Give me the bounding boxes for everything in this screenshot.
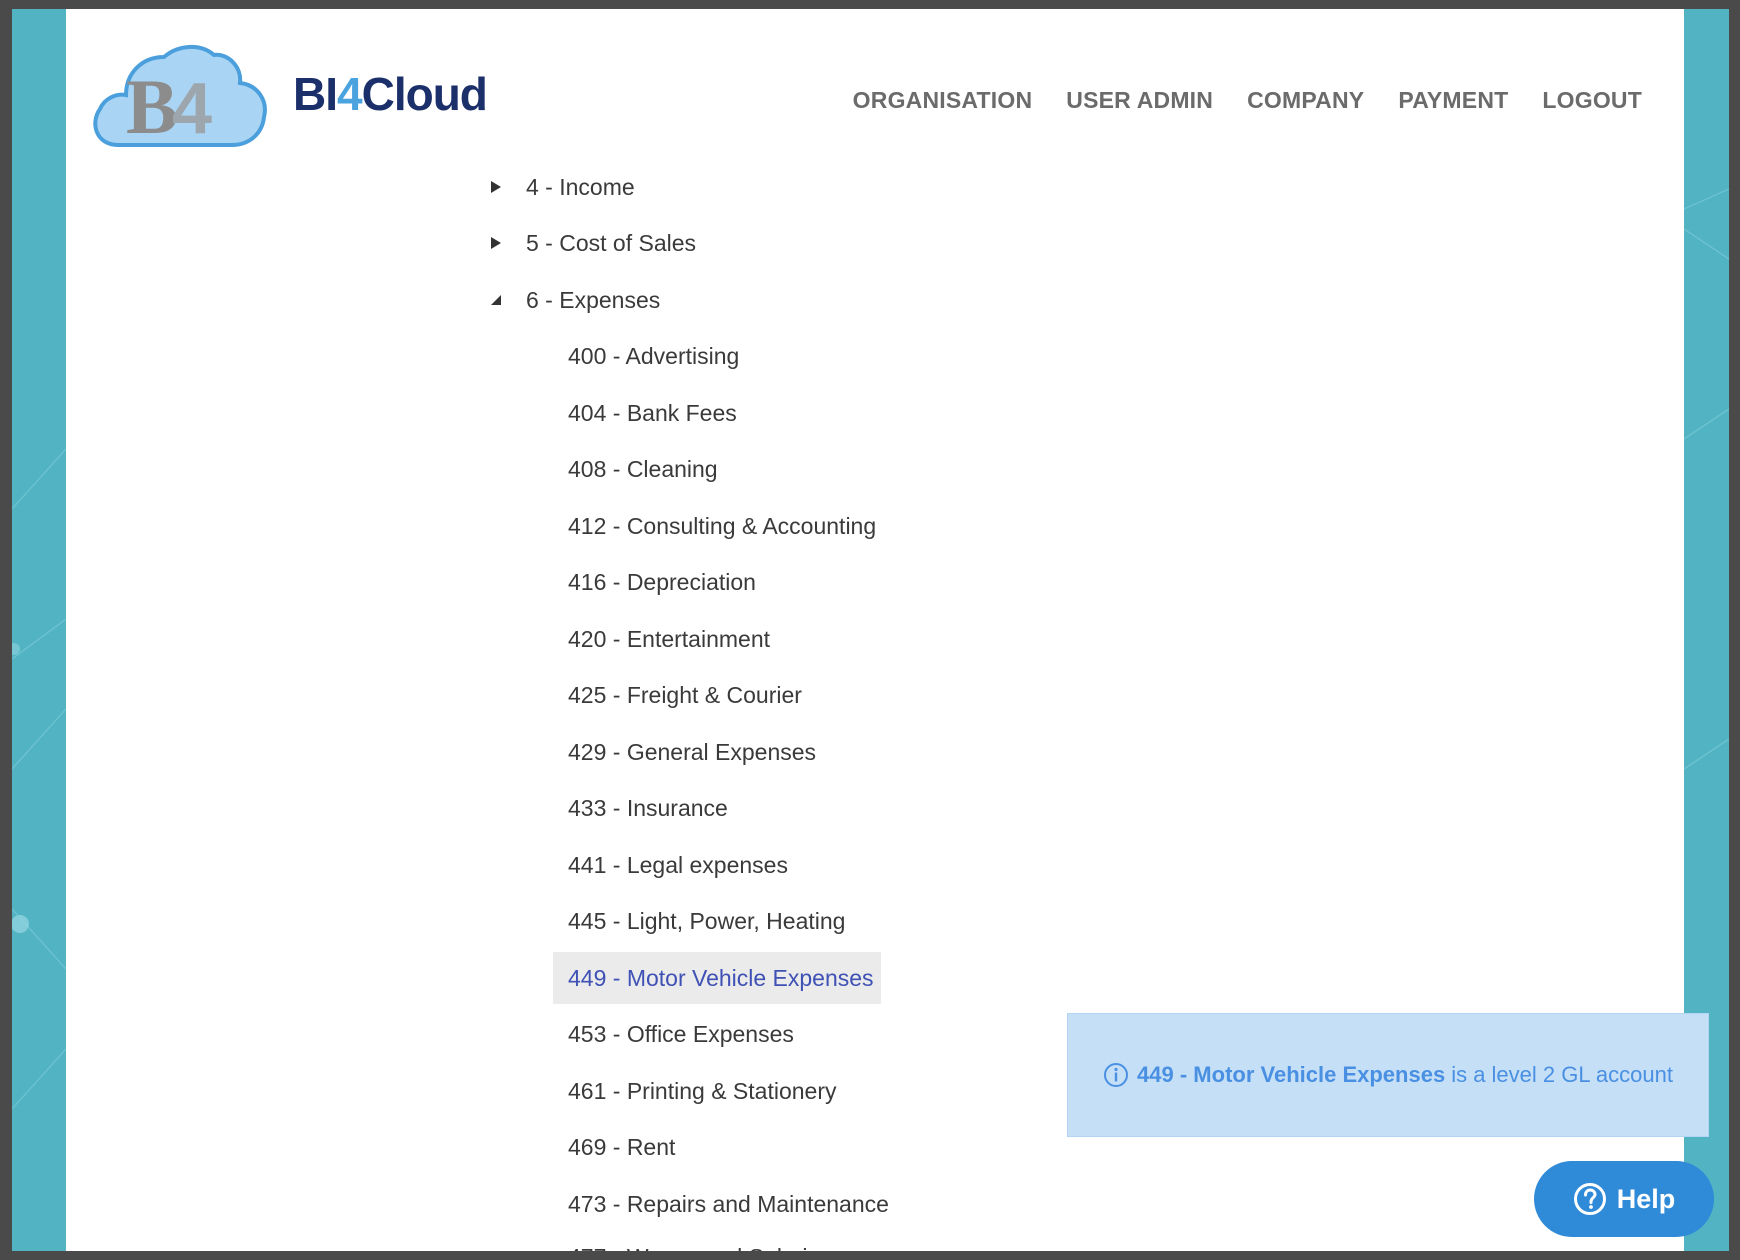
brand-name: BI4Cloud xyxy=(293,67,488,121)
tree-node-label: 5 - Cost of Sales xyxy=(526,230,697,256)
info-icon xyxy=(1104,1063,1129,1087)
svg-text:B: B xyxy=(126,63,178,150)
brand-prefix: BI xyxy=(293,68,338,120)
tree-leaf-label: 420 - Entertainment xyxy=(568,626,771,652)
tree-leaf-label: 404 - Bank Fees xyxy=(568,400,737,426)
expand-arrow-icon[interactable] xyxy=(486,161,510,213)
info-toast[interactable]: 449 - Motor Vehicle Expenses is a level … xyxy=(1067,1013,1709,1137)
nav-user-admin[interactable]: USER ADMIN xyxy=(1066,87,1213,114)
help-button[interactable]: Help xyxy=(1534,1161,1714,1237)
tree-leaf-label: 433 - Insurance xyxy=(568,795,728,821)
nav-payment[interactable]: PAYMENT xyxy=(1398,87,1508,114)
tree-leaf-label: 400 - Advertising xyxy=(568,343,740,369)
tree-leaf-label: 449 - Motor Vehicle Expenses xyxy=(568,965,874,991)
toast-account-name: 449 - Motor Vehicle Expenses xyxy=(1137,1062,1446,1087)
toast-message: is a level 2 GL account xyxy=(1451,1062,1673,1087)
help-label: Help xyxy=(1616,1183,1676,1214)
tree-leaf-label: 429 - General Expenses xyxy=(568,739,817,765)
tree-leaf-label: 477 - Wages and Salaries xyxy=(568,1231,832,1251)
tree-leaf-label: 416 - Depreciation xyxy=(568,569,756,595)
brand-suffix: Cloud xyxy=(361,68,488,120)
tree-leaf-label: 453 - Office Expenses xyxy=(568,1021,794,1047)
tree-leaf-label: 425 - Freight & Courier xyxy=(568,682,802,708)
b4-cloud-logo[interactable]: B 4 xyxy=(90,37,270,153)
tree-leaf-449-selected[interactable]: 449 - Motor Vehicle Expenses xyxy=(553,952,881,1004)
nav-logout[interactable]: LOGOUT xyxy=(1542,87,1642,114)
app-frame: B 4 BI4Cloud ORGANISATION USER ADMIN COM… xyxy=(12,9,1729,1251)
top-nav: ORGANISATION USER ADMIN COMPANY PAYMENT … xyxy=(853,87,1642,114)
tree-node-label: 6 - Expenses xyxy=(526,287,661,313)
tree-leaf-label: 461 - Printing & Stationery xyxy=(568,1078,837,1104)
expand-arrow-icon[interactable] xyxy=(486,217,510,269)
collapse-arrow-icon[interactable] xyxy=(486,274,510,326)
tree-leaf-label: 469 - Rent xyxy=(568,1134,676,1160)
tree-node-label: 4 - Income xyxy=(526,174,635,200)
tree-leaf-label: 473 - Repairs and Maintenance xyxy=(568,1191,889,1217)
tree-leaf-label: 445 - Light, Power, Heating xyxy=(568,908,846,934)
svg-text:4: 4 xyxy=(172,69,212,149)
tree-leaf-label: 412 - Consulting & Accounting xyxy=(568,513,877,539)
tree-leaf-label: 441 - Legal expenses xyxy=(568,852,788,878)
nav-organisation[interactable]: ORGANISATION xyxy=(853,87,1033,114)
question-circle-icon xyxy=(1573,1183,1606,1215)
tree-leaf-label: 408 - Cleaning xyxy=(568,456,718,482)
nav-company[interactable]: COMPANY xyxy=(1247,87,1364,114)
brand-digit: 4 xyxy=(337,68,363,120)
